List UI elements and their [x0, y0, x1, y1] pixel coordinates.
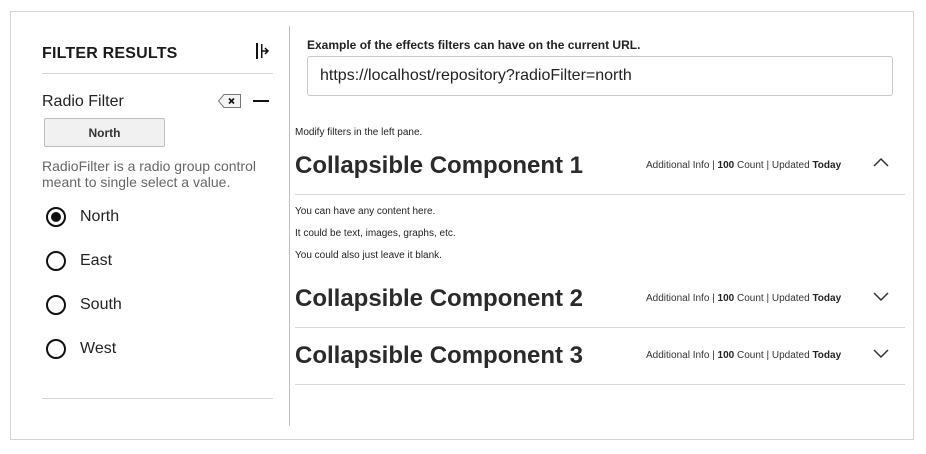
collapsible-divider — [295, 194, 905, 195]
collapsible-info-3: Additional Info | 100 Count | Updated To… — [646, 350, 842, 361]
collapsible-info-1: Additional Info | 100 Count | Updated To… — [646, 160, 842, 171]
chevron-up-icon[interactable] — [872, 156, 890, 168]
radio-option-label: South — [80, 296, 122, 313]
content-line: It could be text, images, graphs, etc. — [295, 228, 456, 239]
radio-option-west[interactable]: West — [46, 337, 116, 361]
modify-filters-note: Modify filters in the left pane. — [295, 127, 423, 138]
pane-divider — [289, 26, 290, 426]
radio-button[interactable] — [46, 251, 66, 271]
content-line: You could also just leave it blank. — [295, 250, 442, 261]
collapsible-divider — [295, 384, 905, 385]
chevron-down-icon[interactable] — [872, 289, 890, 302]
radio-filter-description: RadioFilter is a radio group control mea… — [42, 158, 256, 190]
selected-filter-chip[interactable]: North — [44, 118, 165, 147]
filter-pane-bottom-divider — [42, 398, 273, 399]
collapsible-title-2: Collapsible Component 2 — [295, 285, 584, 312]
clear-filter-icon[interactable] — [217, 93, 243, 109]
radio-option-label: East — [80, 252, 113, 269]
radio-option-north[interactable]: North — [46, 205, 119, 229]
chevron-down-icon[interactable] — [872, 346, 890, 359]
radio-selected-dot — [51, 212, 61, 222]
radio-filter-heading: Radio Filter — [42, 93, 124, 110]
content-line: You can have any content here. — [295, 206, 436, 217]
radio-button[interactable] — [46, 339, 66, 359]
url-caption: Example of the effects filters can have … — [307, 38, 641, 52]
collapsible-title-3: Collapsible Component 3 — [295, 342, 584, 369]
filter-title-divider — [42, 73, 273, 74]
radio-option-south[interactable]: South — [46, 293, 122, 317]
radio-option-east[interactable]: East — [46, 249, 112, 273]
filter-pane-title: FILTER RESULTS — [42, 45, 178, 62]
radio-option-label: West — [80, 340, 117, 357]
radio-option-label: North — [80, 208, 120, 225]
collapse-pane-icon[interactable] — [254, 40, 270, 62]
url-field[interactable] — [307, 56, 893, 96]
filter-pane: FILTER RESULTS Radio Filter North RadioF… — [42, 26, 273, 400]
collapsible-title-1: Collapsible Component 1 — [295, 152, 584, 179]
radio-button-checked[interactable] — [46, 207, 66, 227]
collapse-filter-minus-icon[interactable] — [252, 93, 270, 109]
radio-button[interactable] — [46, 295, 66, 315]
collapsible-info-2: Additional Info | 100 Count | Updated To… — [646, 293, 842, 304]
